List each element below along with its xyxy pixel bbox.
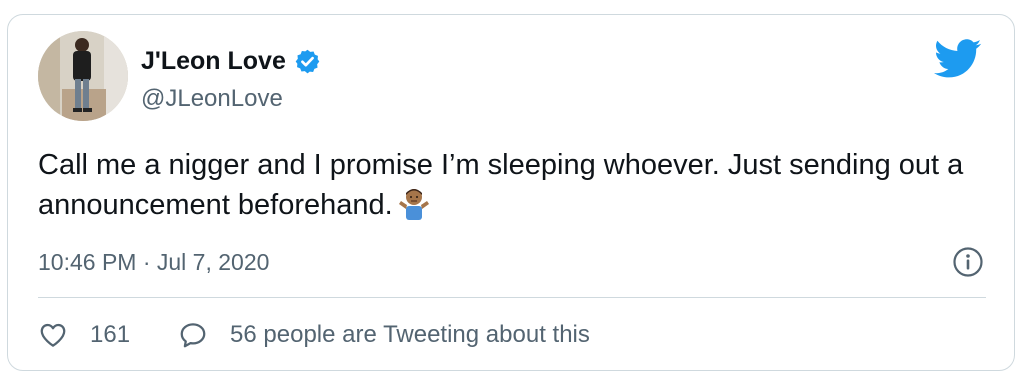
author-handle[interactable]: @JLeonLove xyxy=(141,84,283,114)
like-button[interactable]: 161 xyxy=(38,320,130,350)
author-row[interactable]: J'Leon Love xyxy=(141,46,321,76)
shrugging-man-emoji xyxy=(397,186,431,220)
conversation-button[interactable]: 56 people are Tweeting about this xyxy=(178,320,590,350)
tweet-actions: 161 56 people are Tweeting about this xyxy=(38,317,590,353)
twitter-bird-icon[interactable] xyxy=(934,39,982,79)
speech-bubble-icon xyxy=(180,323,206,348)
like-count: 161 xyxy=(90,321,131,348)
tweet-body: Call me a nigger and I promise I’m sleep… xyxy=(38,149,964,221)
author-name[interactable]: J'Leon Love xyxy=(141,46,286,76)
divider xyxy=(38,297,986,298)
heart-icon xyxy=(40,323,66,347)
info-icon[interactable] xyxy=(952,246,984,278)
tweet-text: Call me a nigger and I promise I’m sleep… xyxy=(38,145,978,225)
avatar[interactable] xyxy=(38,31,128,121)
conversation-text: 56 people are Tweeting about this xyxy=(230,321,590,348)
tweet-card[interactable]: J'Leon Love @JLeonLove Call me a nigger … xyxy=(7,14,1015,371)
verified-badge-icon xyxy=(294,48,321,75)
tweet-timestamp[interactable]: 10:46 PM · Jul 7, 2020 xyxy=(38,247,269,277)
